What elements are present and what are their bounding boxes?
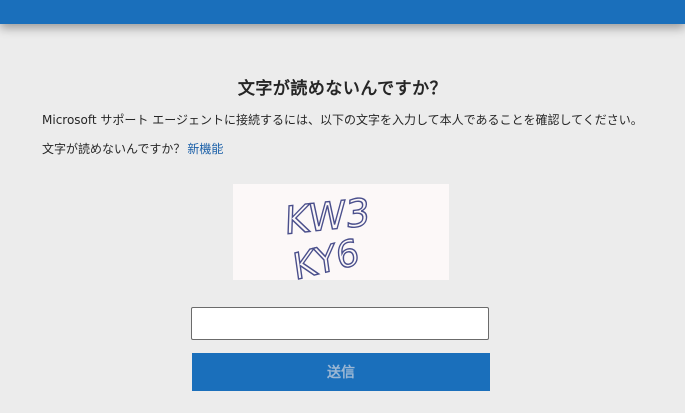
help-text: 文字が読めないんですか？ xyxy=(42,142,186,156)
new-feature-link[interactable]: 新機能 xyxy=(187,142,223,156)
captcha-input[interactable] xyxy=(191,307,489,340)
page-title: 文字が読めないんですか？ xyxy=(237,79,448,99)
submit-button[interactable]: 送信 xyxy=(192,353,490,391)
help-line: 文字が読めないんですか？ 新機能 xyxy=(42,140,223,157)
captcha-line-1: KW3 xyxy=(284,191,370,244)
instruction-text: Microsoft サポート エージェントに接続するには、以下の文字を入力して本… xyxy=(42,113,643,127)
top-bar xyxy=(0,0,685,24)
captcha-image: KW3 KY6 xyxy=(233,184,449,280)
